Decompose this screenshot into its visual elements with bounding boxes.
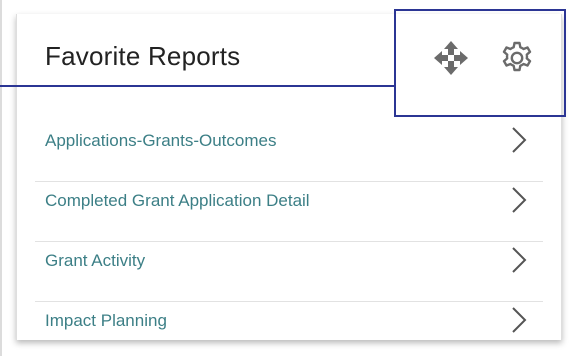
chevron-right-icon[interactable]: [511, 186, 527, 214]
adjacent-panel-edge: [0, 0, 2, 356]
report-item-grant-activity[interactable]: Grant Activity: [35, 242, 543, 302]
chevron-right-icon[interactable]: [511, 306, 527, 334]
report-item-impact-planning[interactable]: Impact Planning: [35, 302, 543, 340]
report-link[interactable]: Impact Planning: [45, 311, 167, 331]
gear-icon[interactable]: [498, 39, 536, 77]
screenshot-stage: Favorite Reports Applications-Grants-Out…: [0, 0, 577, 356]
chevron-right-icon[interactable]: [511, 246, 527, 274]
report-link[interactable]: Completed Grant Application Detail: [45, 191, 310, 211]
widget-header: Favorite Reports: [17, 14, 561, 104]
report-item-applications-grants-outcomes[interactable]: Applications-Grants-Outcomes: [35, 122, 543, 182]
report-link[interactable]: Grant Activity: [45, 251, 145, 271]
report-link[interactable]: Applications-Grants-Outcomes: [45, 131, 276, 151]
favorite-reports-widget: Favorite Reports Applications-Grants-Out…: [16, 14, 562, 340]
report-item-completed-grant-application-detail[interactable]: Completed Grant Application Detail: [35, 182, 543, 242]
report-list: Applications-Grants-Outcomes Completed G…: [17, 122, 561, 340]
widget-title: Favorite Reports: [45, 41, 241, 71]
move-arrows-icon[interactable]: [431, 38, 471, 78]
chevron-right-icon[interactable]: [511, 126, 527, 154]
